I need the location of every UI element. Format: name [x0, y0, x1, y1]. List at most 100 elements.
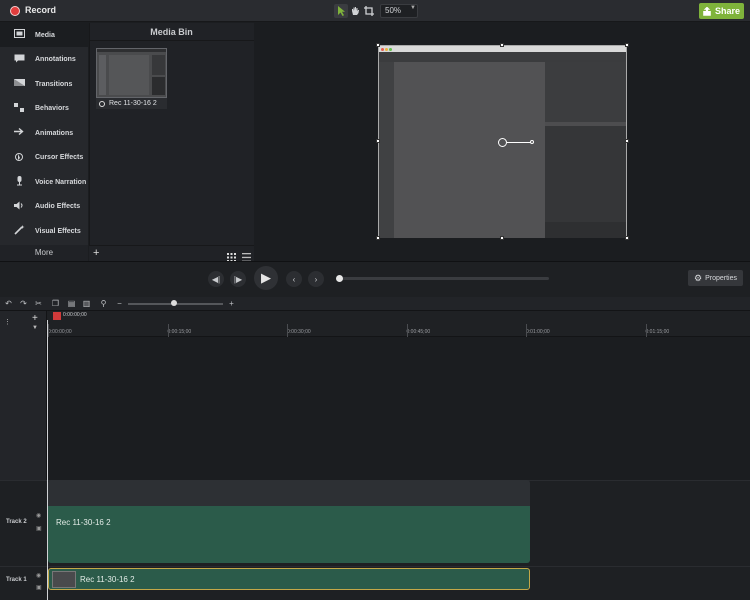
nav-item-visual-effects[interactable]: Visual Effects [0, 219, 88, 243]
wand-icon [10, 224, 28, 238]
media-item-name: Rec 11-30-16 2 [109, 100, 157, 107]
playhead-marker[interactable] [53, 312, 61, 320]
ruler-tick-label: 0:00:45;00 [406, 329, 431, 335]
nav-item-label: Voice Narration [35, 178, 87, 186]
share-icon [703, 6, 711, 16]
lock-icon[interactable]: ▣ [36, 525, 42, 532]
ruler-tick-label: 0:01:00;00 [526, 329, 550, 335]
nav-item-media[interactable]: Media [0, 23, 88, 47]
cursor-icon [10, 152, 28, 164]
clip-track-2[interactable] [48, 506, 530, 563]
grid-view-icon[interactable] [227, 249, 236, 262]
share-button[interactable]: Share [699, 3, 744, 19]
nav-item-cursor-effects[interactable]: Cursor Effects [0, 146, 88, 170]
microphone-icon [10, 175, 28, 189]
copy-icon[interactable]: ❐ [50, 298, 61, 309]
track-2-label: Track 2 [6, 519, 27, 525]
nav-item-label: Animations [35, 129, 74, 137]
record-button[interactable]: Record [25, 5, 56, 15]
ruler-tick [287, 324, 288, 337]
hand-pan-icon[interactable] [348, 4, 362, 18]
add-media-icon[interactable]: + [93, 248, 99, 259]
nav-item-label: Annotations [35, 56, 76, 63]
cut-icon[interactable]: ✂ [33, 298, 44, 309]
properties-button[interactable]: ⚙ Properties [688, 270, 743, 286]
nav-item-audio-effects[interactable]: Audio Effects [0, 195, 88, 219]
media-item-caption[interactable]: Rec 11-30-16 2 [96, 98, 167, 109]
ruler-tick [406, 324, 408, 337]
timeline-toolbar [0, 297, 750, 311]
clip-track-1-label: Rec 11-30-16 2 [80, 575, 135, 584]
transition-icon [10, 78, 28, 90]
zoom-search-icon[interactable]: ⚲ [98, 298, 109, 309]
undo-icon[interactable]: ↶ [3, 298, 14, 309]
eye-icon[interactable]: ◉ [36, 512, 41, 519]
media-thumbnail[interactable] [96, 48, 167, 98]
timeline-zoom-knob[interactable] [171, 300, 177, 306]
nav-item-behaviors[interactable]: Behaviors [0, 97, 88, 121]
nav-item-transitions[interactable]: Transitions [0, 72, 88, 96]
chevron-down-icon: ▼ [410, 5, 416, 11]
resize-handle[interactable] [500, 236, 504, 240]
playback-scrubber[interactable] [336, 275, 343, 282]
resize-handle[interactable] [376, 43, 380, 47]
ruler-tick-label: 0:00:15;00 [167, 329, 192, 335]
list-view-icon[interactable] [242, 249, 251, 262]
resize-handle[interactable] [500, 43, 504, 47]
track-options-icon[interactable]: ⋮ [4, 318, 11, 326]
add-track-icon[interactable]: + [32, 313, 38, 324]
nav-item-voice-narration[interactable]: Voice Narration [0, 170, 88, 194]
next-marker-icon[interactable]: › [308, 271, 324, 287]
zoom-in-icon[interactable]: + [226, 298, 237, 309]
share-label: Share [714, 6, 740, 16]
previous-marker-icon[interactable]: ‹ [286, 271, 302, 287]
eye-icon[interactable]: ◉ [36, 572, 41, 579]
play-button[interactable]: ▶ [254, 266, 278, 290]
speech-bubble-icon [10, 54, 28, 66]
film-icon [10, 29, 28, 41]
chevron-down-icon[interactable]: ▼ [32, 325, 38, 331]
resize-handle[interactable] [625, 236, 629, 240]
zoom-out-icon[interactable]: − [114, 298, 125, 309]
ruler-tick-label: 0:00:30;00 [287, 329, 311, 335]
behaviors-icon [10, 102, 28, 115]
more-button[interactable]: More [0, 245, 88, 261]
lock-icon[interactable]: ▣ [36, 584, 42, 591]
nav-item-label: Audio Effects [35, 203, 81, 210]
paste-icon[interactable]: ▤ [66, 298, 77, 309]
nav-item-label: Transitions [35, 80, 73, 88]
nav-item-label: Media [35, 31, 55, 39]
nav-item-annotations[interactable]: Annotations [0, 48, 88, 72]
playhead-time: 0:00:00;00 [63, 312, 87, 318]
nav-item-animations[interactable]: Animations [0, 121, 88, 145]
split-icon[interactable]: ▥ [81, 298, 92, 309]
step-forward-icon[interactable]: |▶ [230, 271, 246, 287]
resize-handle[interactable] [625, 139, 629, 143]
clip-track-2-header[interactable] [48, 480, 530, 506]
nav-item-label: Behaviors [35, 105, 69, 112]
ruler-tick [526, 324, 527, 337]
speaker-icon [10, 201, 28, 213]
ruler-tick [167, 324, 169, 337]
track-1-label: Track 1 [6, 577, 27, 583]
record-icon[interactable] [10, 6, 20, 16]
nav-item-label: Visual Effects [35, 227, 81, 235]
properties-label: Properties [705, 274, 737, 282]
canvas-recording-preview[interactable] [378, 45, 627, 238]
media-bin-title: Media Bin [89, 23, 254, 41]
ruler-tick [645, 324, 647, 337]
playhead-line[interactable] [47, 320, 48, 600]
playback-progress-bar[interactable] [340, 277, 549, 280]
resize-handle[interactable] [625, 43, 629, 47]
arrow-select-icon[interactable] [334, 4, 348, 18]
redo-icon[interactable]: ↷ [18, 298, 29, 309]
ruler-tick [48, 324, 49, 337]
resize-handle[interactable] [376, 139, 380, 143]
resize-handle[interactable] [376, 236, 380, 240]
timeline-empty-area[interactable] [47, 337, 750, 479]
radio-icon [99, 100, 105, 107]
nav-item-label: Cursor Effects [35, 154, 84, 161]
clip-track-2-label: Rec 11-30-16 2 [56, 518, 111, 527]
step-back-icon[interactable]: ◀| [208, 271, 224, 287]
crop-icon[interactable] [362, 4, 376, 18]
